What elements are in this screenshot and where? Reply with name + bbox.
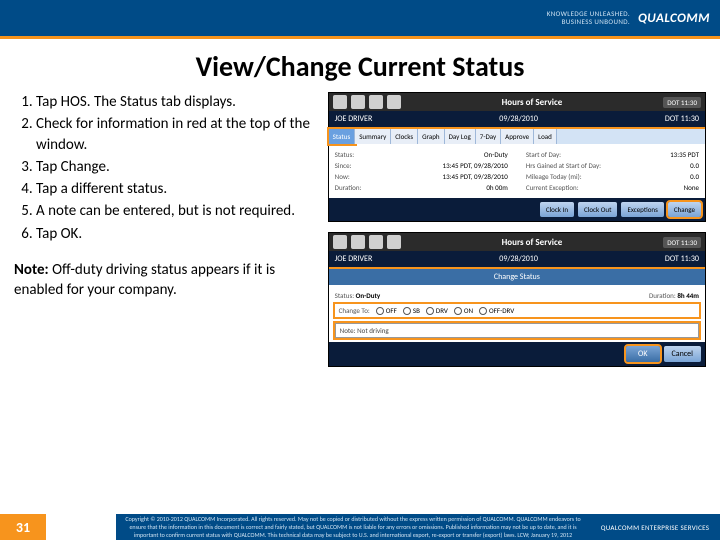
screenshot-change-status: Hours of Service DOT 11:30 JOE DRIVER 09… <box>328 232 706 367</box>
back-icon <box>333 235 347 249</box>
dot-badge: DOT 11:30 <box>663 97 701 108</box>
lbl-status2: Status: <box>335 291 354 300</box>
tab-strip: Status Summary Clocks Graph Day Log 7-Da… <box>329 129 705 144</box>
note-prefix: Note: <box>340 326 356 335</box>
lbl-dur: Duration: <box>335 183 362 192</box>
val-dur: 0h 00m <box>486 183 508 192</box>
step-3: Tap Change. <box>36 157 318 177</box>
driver-date: 09/28/2010 <box>499 114 538 124</box>
driver-name: JOE DRIVER <box>335 254 373 264</box>
lbl-now: Now: <box>335 172 350 181</box>
menu-icon <box>387 95 401 109</box>
page-title: View/Change Current Status <box>0 49 720 84</box>
change-to-label: Change To: <box>339 306 370 315</box>
val-status: On-Duty <box>484 150 508 159</box>
dot-badge-2: DOT 11:30 <box>665 254 699 264</box>
back-icon <box>333 95 347 109</box>
radio-drv[interactable]: DRV <box>426 306 448 315</box>
step-5: A note can be entered, but is not requir… <box>36 201 318 221</box>
lbl-since: Since: <box>335 161 352 170</box>
radio-offdrv[interactable]: OFF-DRV <box>479 306 514 315</box>
tab-approve[interactable]: Approve <box>501 129 534 144</box>
page-number: 31 <box>0 514 46 540</box>
window-title: Hours of Service <box>502 97 563 108</box>
dot-badge: DOT 11:30 <box>663 237 701 248</box>
tab-summary[interactable]: Summary <box>355 129 391 144</box>
note-paragraph: Note: Off-duty driving status appears if… <box>14 260 318 301</box>
val-since: 13:45 PDT, 09/28/2010 <box>443 161 508 170</box>
step-6: Tap OK. <box>36 224 318 244</box>
lbl-dur2: Duration: <box>649 291 676 300</box>
footer-service: QUALCOMM ENTERPRISE SERVICES <box>590 514 720 540</box>
exceptions-button[interactable]: Exceptions <box>621 202 663 217</box>
tab-load[interactable]: Load <box>534 129 557 144</box>
screenshot-status-tab: Hours of Service DOT 11:30 JOE DRIVER 09… <box>328 92 706 222</box>
step-1: Tap HOS. The Status tab displays. <box>36 92 318 112</box>
instruction-list: Tap HOS. The Status tab displays. Check … <box>14 92 318 244</box>
note-text: Off-duty driving status appears if it is… <box>14 261 275 299</box>
home-icon <box>351 95 365 109</box>
tab-clocks[interactable]: Clocks <box>391 129 418 144</box>
radio-off[interactable]: OFF <box>376 306 397 315</box>
tab-graph[interactable]: Graph <box>418 129 444 144</box>
header-accent-bar <box>0 36 720 39</box>
step-2: Check for information in red at the top … <box>36 114 318 155</box>
tagline-line2: BUSINESS UNBOUND. <box>547 18 630 26</box>
header-tagline: KNOWLEDGE UNLEASHED. BUSINESS UNBOUND. <box>547 10 630 27</box>
note-input[interactable]: Note: Not driving <box>335 323 699 338</box>
keypad-icon <box>369 95 383 109</box>
home-icon <box>351 235 365 249</box>
brand-logo: QUALCOMM <box>638 11 710 26</box>
instruction-block: Tap HOS. The Status tab displays. Check … <box>14 92 318 367</box>
tab-status[interactable]: Status <box>329 129 356 144</box>
cancel-button[interactable]: Cancel <box>664 346 702 362</box>
window-title: Hours of Service <box>502 237 563 248</box>
lbl-mileage: Mileage Today (mi): <box>526 172 582 181</box>
val-sod: 13:35 PDT <box>670 150 699 159</box>
tab-daylog[interactable]: Day Log <box>445 129 476 144</box>
keypad-icon <box>369 235 383 249</box>
lbl-hrsgain: Hrs Gained at Start of Day: <box>526 161 601 170</box>
val-hrsgain: 0.0 <box>690 161 699 170</box>
note-value: Not driving <box>357 326 389 335</box>
val-dur2: 8h 44m <box>677 291 699 300</box>
radio-on[interactable]: ON <box>454 306 473 315</box>
copyright-text: Copyright © 2010-2012 QUALCOMM Incorpora… <box>116 514 590 540</box>
clockin-button[interactable]: Clock In <box>540 202 574 217</box>
dot-badge-2: DOT 11:30 <box>665 114 699 124</box>
val-mileage: 0.0 <box>690 172 699 181</box>
footer: 31 Copyright © 2010-2012 QUALCOMM Incorp… <box>0 514 720 540</box>
note-label: Note: <box>14 261 49 279</box>
val-status2: On-Duty <box>356 291 381 300</box>
menu-icon <box>387 235 401 249</box>
tab-7day[interactable]: 7-Day <box>476 129 501 144</box>
step-4: Tap a different status. <box>36 179 318 199</box>
change-button[interactable]: Change <box>668 202 701 217</box>
driver-date: 09/28/2010 <box>499 254 538 264</box>
val-exc: None <box>684 183 699 192</box>
radio-sb[interactable]: SB <box>403 306 420 315</box>
driver-name: JOE DRIVER <box>335 114 373 124</box>
val-now: 13:45 PDT, 09/28/2010 <box>443 172 508 181</box>
lbl-status: Status: <box>335 150 354 159</box>
lbl-sod: Start of Day: <box>526 150 561 159</box>
change-status-header: Change Status <box>329 269 705 285</box>
clockout-button[interactable]: Clock Out <box>578 202 617 217</box>
header-bar: KNOWLEDGE UNLEASHED. BUSINESS UNBOUND. Q… <box>0 0 720 36</box>
lbl-exc: Current Exception: <box>526 183 579 192</box>
ok-button[interactable]: OK <box>626 346 659 362</box>
